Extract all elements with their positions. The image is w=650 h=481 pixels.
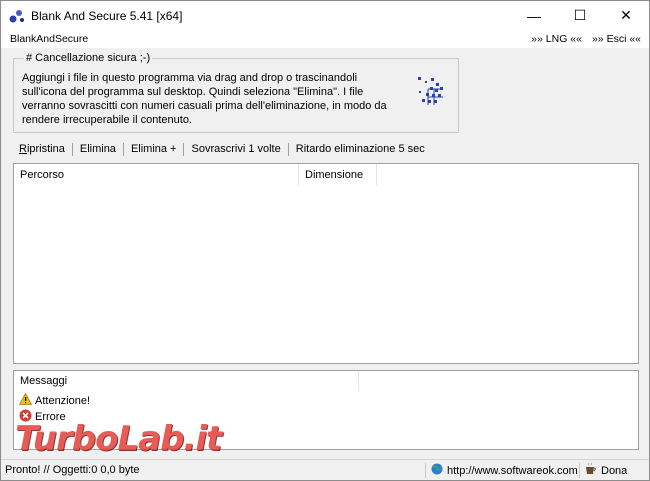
minimize-icon: — [527,7,541,24]
watermark-logo: TurboLab.it [15,419,222,459]
status-url-label: http://www.softwareok.com [447,464,578,477]
app-icon [9,8,25,24]
donate-button[interactable]: Dona [585,462,628,478]
close-button[interactable]: ✕ [603,1,649,30]
globe-icon [431,463,443,478]
drag-drop-icon [416,75,448,107]
restore-button[interactable]: Ripristina [13,143,72,155]
status-separator [579,463,580,478]
close-icon: ✕ [620,7,632,23]
menu-exit[interactable]: »» Esci «« [592,33,641,45]
delay-button[interactable]: Ritardo eliminazione 5 sec [289,143,432,155]
file-list-header: Percorso Dimensione [14,164,638,186]
status-bar: Pronto! // Oggetti:0 0,0 byte http://www… [1,459,649,480]
message-warning[interactable]: Attenzione! [18,392,91,408]
info-group-legend: # Cancellazione sicura ;-) [24,52,153,64]
toolbar: Ripristina Elimina Elimina + Sovrascrivi… [13,141,432,157]
file-list[interactable]: Percorso Dimensione [13,163,639,364]
donate-label: Dona [601,464,628,477]
title-bar[interactable]: Blank And Secure 5.41 [x64] — ☐ ✕ [1,1,649,30]
delete-button[interactable]: Elimina [73,143,123,155]
delete-plus-button[interactable]: Elimina + [124,143,184,155]
coffee-cup-icon [585,462,597,478]
status-separator [425,463,426,478]
app-window: Blank And Secure 5.41 [x64] — ☐ ✕ BlankA… [0,0,650,481]
minimize-button[interactable]: — [511,1,557,30]
status-url-link[interactable]: http://www.softwareok.com [431,463,578,478]
menu-language[interactable]: »» LNG «« [531,33,582,45]
overwrite-button[interactable]: Sovrascrivi 1 volte [184,143,287,155]
warning-icon [18,392,33,408]
status-text: Pronto! // Oggetti:0 0,0 byte [5,464,140,476]
maximize-button[interactable]: ☐ [557,1,603,30]
info-text: Aggiungi i file in questo programma via … [22,72,387,126]
info-group: # Cancellazione sicura ;-) Aggiungi i fi… [13,52,459,133]
window-title: Blank And Secure 5.41 [x64] [31,8,183,23]
column-size[interactable]: Dimensione [299,164,377,186]
menu-bar: BlankAndSecure »» LNG «« »» Esci «« [1,30,649,48]
menu-app-name[interactable]: BlankAndSecure [10,33,88,45]
maximize-icon: ☐ [573,7,587,23]
message-warning-label: Attenzione! [35,394,91,407]
messages-header: Messaggi [14,371,359,391]
column-path[interactable]: Percorso [14,164,299,186]
